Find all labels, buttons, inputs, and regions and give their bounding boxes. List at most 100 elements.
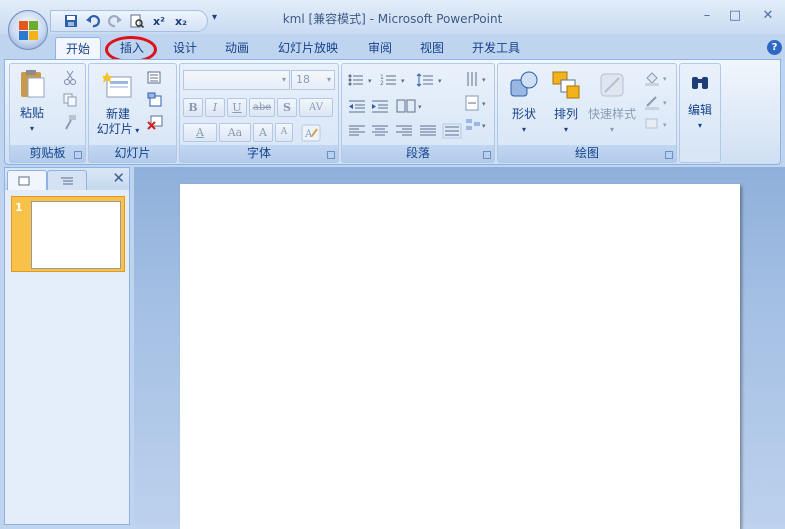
change-case-button[interactable]: Aa bbox=[219, 123, 251, 142]
help-icon[interactable]: ? bbox=[767, 40, 782, 55]
tab-design[interactable]: 设计 bbox=[163, 37, 207, 60]
superscript-icon[interactable]: x² bbox=[151, 13, 167, 29]
text-direction-icon[interactable]: ▾ bbox=[464, 70, 492, 90]
align-text-icon[interactable]: ▾ bbox=[464, 94, 492, 114]
subscript-icon[interactable]: x₂ bbox=[173, 13, 189, 29]
svg-text:▾: ▾ bbox=[368, 77, 372, 85]
slide-canvas[interactable] bbox=[180, 184, 740, 529]
undo-icon[interactable] bbox=[85, 13, 101, 29]
clipboard-launcher-icon[interactable] bbox=[74, 151, 82, 159]
maximize-button[interactable]: □ bbox=[720, 8, 750, 23]
svg-text:▾: ▾ bbox=[482, 76, 486, 84]
arrange-icon bbox=[552, 71, 580, 99]
panel-tabs: ✕ bbox=[5, 168, 129, 190]
arrange-dropdown-icon: ▾ bbox=[563, 125, 568, 134]
tab-slideshow[interactable]: 幻灯片放映 bbox=[268, 37, 348, 60]
quick-styles-button[interactable]: 快速样式 ▾ bbox=[586, 70, 638, 137]
tab-animation[interactable]: 动画 bbox=[215, 37, 259, 60]
tab-developer[interactable]: 开发工具 bbox=[462, 37, 530, 60]
quick-styles-label: 快速样式 bbox=[587, 107, 636, 121]
customize-qat-icon[interactable]: ▾ bbox=[212, 12, 217, 23]
decrease-indent-icon[interactable] bbox=[347, 98, 367, 114]
char-spacing-button[interactable]: AV bbox=[299, 98, 333, 117]
slide-thumb-icon bbox=[18, 176, 30, 186]
shape-effects-icon[interactable]: ▾ bbox=[644, 116, 670, 132]
shrink-font-button[interactable]: A bbox=[275, 123, 293, 142]
font-color-button[interactable]: A bbox=[183, 123, 217, 142]
svg-text:▾: ▾ bbox=[482, 122, 486, 130]
delete-slide-icon[interactable] bbox=[147, 114, 163, 130]
arrange-label: 排列 bbox=[553, 107, 578, 121]
minimize-button[interactable]: – bbox=[692, 8, 722, 23]
distributed-icon[interactable] bbox=[442, 123, 462, 139]
copy-icon[interactable] bbox=[62, 92, 78, 108]
save-icon[interactable] bbox=[63, 13, 79, 29]
tab-slides-thumbnails[interactable] bbox=[7, 170, 47, 190]
font-size-dropdown-icon: ▾ bbox=[326, 75, 331, 84]
slide-thumbnail-image bbox=[31, 201, 121, 269]
format-painter-icon[interactable] bbox=[62, 114, 78, 130]
numbering-icon[interactable]: 12 ▾ bbox=[380, 72, 410, 88]
tab-view[interactable]: 视图 bbox=[410, 37, 454, 60]
bullets-icon[interactable]: ▾ bbox=[347, 72, 377, 88]
group-slides: 新建 幻灯片 ▾ 幻灯片 bbox=[88, 63, 177, 163]
print-preview-icon[interactable] bbox=[129, 13, 145, 29]
quick-access-toolbar: x² x₂ bbox=[50, 10, 208, 32]
slides-panel: ✕ 1 bbox=[4, 167, 130, 525]
shapes-button[interactable]: 形状 ▾ bbox=[504, 70, 544, 137]
reset-icon[interactable] bbox=[147, 92, 163, 108]
cut-icon[interactable] bbox=[62, 70, 78, 86]
slide-thumbnail-1[interactable]: 1 bbox=[11, 196, 125, 272]
arrange-button[interactable]: 排列 ▾ bbox=[546, 70, 586, 137]
close-button[interactable]: ✕ bbox=[753, 8, 783, 23]
svg-text:A: A bbox=[304, 129, 313, 140]
drawing-launcher-icon[interactable] bbox=[665, 151, 673, 159]
strikethrough-button[interactable]: abe bbox=[249, 98, 275, 117]
svg-text:▾: ▾ bbox=[482, 100, 486, 108]
tab-review[interactable]: 审阅 bbox=[358, 37, 402, 60]
paste-button[interactable]: 粘贴 ▾ bbox=[15, 69, 49, 136]
editing-button[interactable]: 编辑 ▾ bbox=[681, 70, 719, 133]
bold-button[interactable]: B bbox=[183, 98, 203, 117]
align-center-icon[interactable] bbox=[370, 123, 390, 139]
paste-label: 粘贴 bbox=[19, 106, 44, 120]
shape-fill-icon[interactable]: ▾ bbox=[644, 70, 670, 86]
svg-text:▾: ▾ bbox=[401, 77, 405, 85]
columns-icon[interactable]: ▾ bbox=[396, 98, 426, 114]
clipboard-icon bbox=[21, 70, 45, 98]
office-button[interactable] bbox=[8, 10, 48, 50]
shadow-button[interactable]: S bbox=[277, 98, 297, 117]
quick-styles-dropdown-icon: ▾ bbox=[609, 125, 614, 134]
new-slide-button[interactable]: 新建 幻灯片 ▾ bbox=[93, 72, 143, 138]
grow-font-button[interactable]: A bbox=[253, 123, 273, 142]
font-group-label: 字体 bbox=[180, 145, 338, 162]
justify-icon[interactable] bbox=[418, 123, 438, 139]
font-size-value: 18 bbox=[296, 73, 310, 86]
tab-home[interactable]: 开始 bbox=[55, 37, 102, 60]
italic-button[interactable]: I bbox=[205, 98, 225, 117]
shape-outline-icon[interactable]: ▾ bbox=[644, 94, 670, 110]
layout-icon[interactable] bbox=[147, 70, 163, 86]
slides-group-label: 幻灯片 bbox=[89, 145, 176, 162]
svg-text:▾: ▾ bbox=[663, 75, 667, 83]
group-drawing: 形状 ▾ 排列 ▾ 快速样式 ▾ ▾ ▾ ▾ 绘图 bbox=[497, 63, 677, 163]
svg-text:▾: ▾ bbox=[418, 103, 422, 111]
smartart-icon[interactable]: ▾ bbox=[464, 116, 492, 136]
increase-indent-icon[interactable] bbox=[370, 98, 390, 114]
font-size-combo[interactable]: 18 ▾ bbox=[291, 70, 335, 90]
font-name-combo[interactable]: ▾ bbox=[183, 70, 290, 90]
line-spacing-icon[interactable]: ▾ bbox=[416, 72, 446, 88]
group-clipboard: 粘贴 ▾ 剪贴板 bbox=[9, 63, 86, 163]
drawing-group-label: 绘图 bbox=[498, 145, 676, 162]
underline-button[interactable]: U bbox=[227, 98, 247, 117]
paragraph-launcher-icon[interactable] bbox=[483, 151, 491, 159]
align-left-icon[interactable] bbox=[347, 123, 367, 139]
group-font: ▾ 18 ▾ B I U abe S AV A Aa A A A 字体 bbox=[179, 63, 339, 163]
font-launcher-icon[interactable] bbox=[327, 151, 335, 159]
clear-formatting-icon[interactable]: A bbox=[301, 124, 321, 142]
redo-icon[interactable] bbox=[107, 13, 123, 29]
align-right-icon[interactable] bbox=[394, 123, 414, 139]
font-name-dropdown-icon: ▾ bbox=[281, 75, 286, 84]
tab-outline[interactable] bbox=[47, 170, 87, 190]
panel-close-icon[interactable]: ✕ bbox=[112, 169, 125, 187]
